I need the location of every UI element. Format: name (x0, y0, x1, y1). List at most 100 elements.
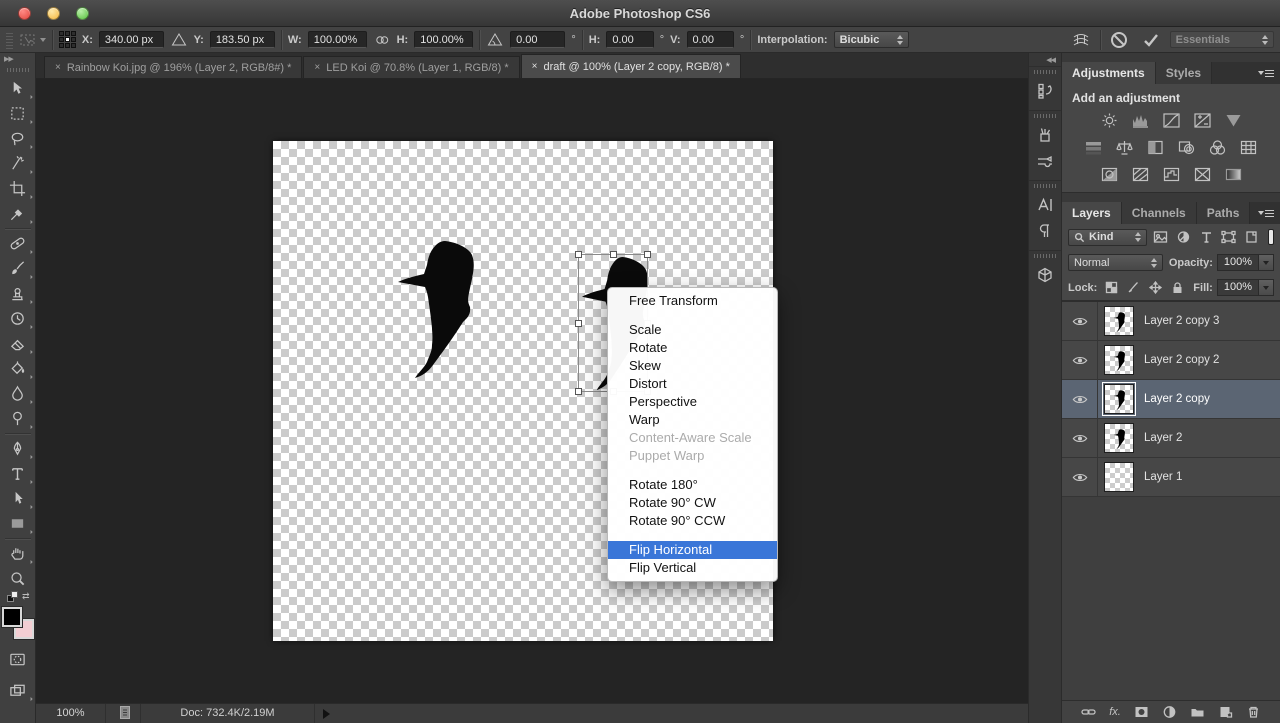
y-position-input[interactable]: 183.50 px (210, 31, 275, 48)
visibility-eye-icon[interactable] (1062, 380, 1098, 418)
relative-position-toggle[interactable] (170, 31, 188, 49)
posterize-icon[interactable] (1129, 165, 1151, 184)
type-tool[interactable] (3, 461, 33, 486)
pen-tool[interactable] (3, 436, 33, 461)
layer-row-layer-2-copy-2[interactable]: Layer 2 copy 2 (1062, 341, 1280, 380)
rectangle-tool[interactable] (3, 511, 33, 536)
skew-vertical-input[interactable]: 0.00 (687, 31, 734, 48)
character-panel-icon[interactable] (1032, 192, 1058, 218)
brush-tool[interactable] (3, 256, 33, 281)
layer-thumbnail[interactable] (1104, 384, 1134, 414)
layer-name[interactable]: Layer 2 copy 3 (1144, 315, 1219, 327)
color-lookup-icon[interactable] (1238, 138, 1260, 157)
tab-layers[interactable]: Layers (1062, 202, 1122, 224)
link-layers-icon[interactable] (1081, 705, 1096, 719)
opacity-value[interactable]: 100% (1217, 254, 1259, 271)
crop-tool[interactable] (3, 176, 33, 201)
panel-menu-icon[interactable] (1258, 208, 1274, 218)
tab-draft[interactable]: × draft @ 100% (Layer 2 copy, RGB/8) * (521, 54, 741, 78)
levels-icon[interactable] (1129, 111, 1151, 130)
quick-mask-button[interactable] (3, 647, 33, 672)
history-brush-tool[interactable] (3, 306, 33, 331)
dock-grip[interactable] (1034, 70, 1056, 74)
photo-filter-icon[interactable] (1176, 138, 1198, 157)
koi-silhouette-layer2[interactable] (398, 241, 474, 378)
menu-item-rotate-90-ccw[interactable]: Rotate 90° CCW (608, 512, 777, 530)
skew-horizontal-input[interactable]: 0.00 (606, 31, 653, 48)
tab-adjustments[interactable]: Adjustments (1062, 62, 1156, 84)
warp-mode-toggle[interactable] (1068, 31, 1094, 49)
menu-item-rotate-90-cw[interactable]: Rotate 90° CW (608, 494, 777, 512)
cancel-transform-button[interactable] (1106, 31, 1132, 49)
brightness-contrast-icon[interactable] (1098, 111, 1120, 130)
menu-item-skew[interactable]: Skew (608, 357, 777, 375)
screen-mode-button[interactable] (3, 678, 33, 703)
close-icon[interactable]: × (314, 62, 320, 73)
tool-presets-panel-icon[interactable] (1032, 122, 1058, 148)
height-scale-input[interactable]: 100.00% (414, 31, 473, 48)
new-group-icon[interactable] (1190, 705, 1205, 719)
healing-brush-tool[interactable] (3, 231, 33, 256)
layer-thumbnail[interactable] (1104, 345, 1134, 375)
rectangular-marquee-tool[interactable] (3, 101, 33, 126)
options-bar-grip[interactable] (6, 31, 13, 49)
tools-grip[interactable] (7, 68, 29, 72)
layer-row-layer-1[interactable]: Layer 1 (1062, 458, 1280, 497)
layer-thumbnail[interactable] (1104, 306, 1134, 336)
lock-position-icon[interactable] (1147, 280, 1163, 296)
filter-kind-select[interactable]: Kind (1068, 229, 1147, 246)
layer-name[interactable]: Layer 2 copy 2 (1144, 354, 1219, 366)
tab-rainbow-koi[interactable]: × Rainbow Koi.jpg @ 196% (Layer 2, RGB/8… (44, 56, 302, 78)
move-tool[interactable] (3, 76, 33, 101)
3d-panel-icon[interactable] (1032, 262, 1058, 288)
layer-row-layer-2[interactable]: Layer 2 (1062, 419, 1280, 458)
width-scale-input[interactable]: 100.00% (308, 31, 367, 48)
menu-item-perspective[interactable]: Perspective (608, 393, 777, 411)
opacity-control[interactable]: 100% (1217, 254, 1274, 271)
rotation-angle-input[interactable]: 0.00 (510, 31, 565, 48)
layer-mask-icon[interactable] (1134, 705, 1149, 719)
tab-paths[interactable]: Paths (1197, 202, 1251, 224)
blur-tool[interactable] (3, 381, 33, 406)
delete-layer-icon[interactable] (1246, 705, 1261, 719)
paint-bucket-tool[interactable] (3, 356, 33, 381)
transform-handle-top-center[interactable] (610, 251, 617, 258)
filter-shape-layers-icon[interactable] (1221, 228, 1238, 246)
lock-all-icon[interactable] (1169, 280, 1185, 296)
swap-colors-icon[interactable]: ⇄ (22, 591, 30, 602)
tab-styles[interactable]: Styles (1156, 62, 1212, 84)
menu-item-flip-vertical[interactable]: Flip Vertical (608, 559, 777, 577)
tool-preset-picker[interactable] (19, 32, 46, 48)
selective-color-icon[interactable] (1191, 165, 1213, 184)
document-size-info[interactable]: Doc: 732.4K/2.19M (140, 704, 315, 723)
gradient-map-icon[interactable] (1222, 165, 1244, 184)
layer-name[interactable]: Layer 2 (1144, 432, 1182, 444)
close-icon[interactable]: × (55, 62, 61, 73)
dock-grip[interactable] (1034, 254, 1056, 258)
reference-point-locator[interactable] (59, 31, 76, 48)
invert-icon[interactable] (1098, 165, 1120, 184)
eraser-tool[interactable] (3, 331, 33, 356)
new-adjustment-layer-icon[interactable] (1162, 705, 1177, 719)
filter-pixel-layers-icon[interactable] (1153, 228, 1170, 246)
eyedropper-tool[interactable] (3, 201, 33, 226)
expand-dock-chevron[interactable]: ◀◀ (1046, 56, 1055, 64)
interpolation-select[interactable]: Bicubic (834, 31, 909, 48)
black-white-icon[interactable] (1145, 138, 1167, 157)
tab-channels[interactable]: Channels (1122, 202, 1197, 224)
exposure-icon[interactable] (1191, 111, 1213, 130)
dock-grip[interactable] (1034, 184, 1056, 188)
link-dimensions-icon[interactable] (373, 31, 391, 49)
opacity-dropdown-button[interactable] (1259, 254, 1274, 271)
new-layer-icon[interactable] (1218, 705, 1233, 719)
workspace-select[interactable]: Essentials (1170, 31, 1274, 48)
magic-wand-tool[interactable] (3, 151, 33, 176)
hand-tool[interactable] (3, 541, 33, 566)
canvas-area[interactable]: Free Transform Scale Rotate Skew Distort… (36, 79, 1028, 703)
lasso-tool[interactable] (3, 126, 33, 151)
hue-saturation-icon[interactable] (1083, 138, 1105, 157)
layer-name[interactable]: Layer 1 (1144, 471, 1182, 483)
zoom-tool[interactable] (3, 566, 33, 591)
path-selection-tool[interactable] (3, 486, 33, 511)
clone-stamp-tool[interactable] (3, 281, 33, 306)
